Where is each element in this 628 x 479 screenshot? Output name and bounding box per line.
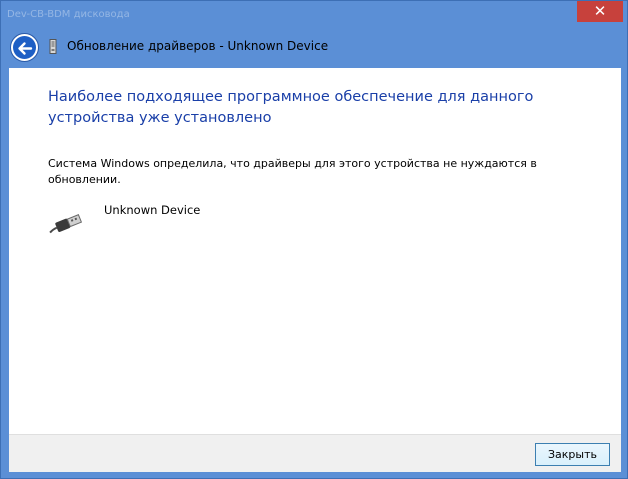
device-name-label: Unknown Device [104,203,201,217]
driver-update-window: Dev-CB-BDM дисковода ✕ Обновление драйве… [0,0,628,479]
window-caption-background-text: Dev-CB-BDM дисковода [7,9,130,20]
usb-connector-icon [49,214,83,234]
back-button[interactable] [10,33,39,62]
window-title: Обновление драйверов - Unknown Device [67,39,329,53]
dialog-footer: Закрыть [9,434,621,472]
close-button[interactable]: Закрыть [535,443,610,466]
close-icon: ✕ [593,2,607,20]
close-window-button[interactable]: ✕ [577,1,623,22]
result-description: Система Windows определила, что драйверы… [48,157,537,186]
result-heading: Наиболее подходящее программное обеспече… [48,89,534,126]
device-driver-icon [49,39,57,54]
back-arrow-icon [18,42,33,55]
content-area: Наиболее подходящее программное обеспече… [9,68,621,434]
